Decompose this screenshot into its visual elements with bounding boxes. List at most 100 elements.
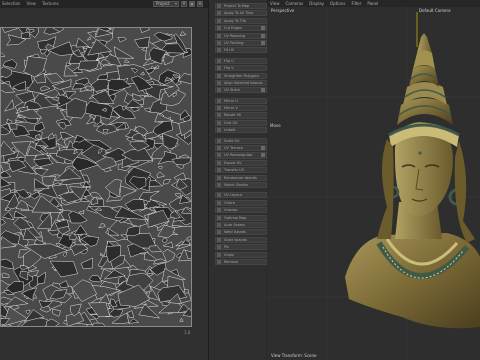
tool-label: Optimal Map — [224, 215, 247, 220]
tool-label: Scale UV — [224, 138, 240, 143]
options-icon[interactable] — [261, 88, 265, 93]
tool-uv-stitch[interactable]: UV Stitch — [215, 87, 267, 94]
menu-view[interactable]: View — [270, 0, 280, 7]
uv-layout-canvas[interactable] — [0, 27, 192, 327]
tool-flip-v[interactable]: Flip V — [215, 65, 267, 72]
menu-selection[interactable]: Selection — [2, 0, 20, 8]
tool-randomize-islands[interactable]: Randomize Islands — [215, 174, 267, 181]
tool-label: Rotate 90 — [224, 113, 242, 118]
tool-label: Transfer UV — [224, 168, 245, 173]
viewport-scene[interactable] — [267, 7, 480, 360]
tool-label: Mirror U — [224, 98, 238, 103]
tool-label: Apply To All Tiles — [224, 11, 254, 16]
tool-label: Align Selected Islands — [224, 80, 263, 85]
options-icon[interactable] — [261, 40, 265, 45]
tool-label: Export UV — [224, 160, 242, 165]
tool-straighten-polygons[interactable]: Straighten Polygons — [215, 72, 267, 79]
bust-hair-right — [454, 141, 475, 243]
viewport-panel[interactable]: View Cameras Display Options Filter Pane… — [267, 0, 480, 360]
uv-toolbar: # ▦ ⚙ — [181, 1, 203, 7]
tool-label: Orient — [224, 200, 235, 205]
tool-uv-rectangulize[interactable]: UV Rectangulize — [215, 152, 267, 159]
grid-icon — [217, 120, 221, 125]
tool-unpin[interactable]: Unpin — [215, 251, 267, 258]
orient-icon — [217, 200, 221, 205]
tool-uv-packing[interactable]: UV Packing — [215, 39, 267, 47]
tool-label: Auto Seams — [224, 222, 245, 227]
bust-shoulders — [345, 233, 480, 329]
tool-optimal-map[interactable]: Optimal Map — [215, 214, 267, 221]
tool-label: Flip U — [224, 58, 234, 63]
options-icon[interactable] — [261, 33, 265, 38]
tool-project-to-map[interactable]: Project To Map — [215, 3, 267, 10]
tool-orient[interactable]: Orient — [215, 199, 267, 206]
menu-view[interactable]: View — [26, 0, 36, 8]
unfold-icon — [217, 128, 221, 133]
tool-fit-uv[interactable]: Fit UV — [215, 47, 267, 54]
menu-textures[interactable]: Textures — [42, 0, 59, 8]
menu-cameras[interactable]: Cameras — [286, 0, 304, 7]
tool-label: Pin — [224, 245, 230, 250]
chevron-down-icon: ▾ — [174, 1, 177, 6]
straighten-icon — [217, 73, 221, 78]
viewport-axis-tag: Move — [270, 123, 281, 128]
tool-uv-relaxing[interactable]: UV Relaxing — [215, 32, 267, 39]
tool-weld-islands[interactable]: Weld Islands — [215, 229, 267, 236]
menu-panel[interactable]: Panel — [367, 0, 378, 7]
tool-label: Scale Islands — [224, 237, 247, 242]
uv-source-dropdown[interactable]: Project ▾ — [153, 1, 179, 7]
options-icon[interactable] — [261, 153, 265, 158]
terrace-icon — [217, 146, 221, 151]
tool-flip-u[interactable]: Flip U — [215, 57, 267, 64]
tool-label: Fit UV — [224, 48, 235, 53]
mirror-icon — [217, 98, 221, 103]
tool-auto-seams[interactable]: Auto Seams — [215, 221, 267, 229]
random-icon — [217, 175, 221, 180]
checker-icon[interactable]: ▦ — [189, 1, 195, 7]
pin-icon — [217, 252, 221, 257]
tool-label: Apply To Tile — [224, 18, 246, 23]
bust-model[interactable] — [345, 33, 480, 329]
tool-apply-to-tile[interactable]: Apply To Tile — [215, 17, 267, 24]
viewport-status-bar: View Transform: Scene — [271, 353, 317, 358]
tool-unfold[interactable]: Unfold — [215, 127, 267, 134]
settings-icon[interactable]: ⚙ — [197, 1, 203, 7]
grid-icon[interactable]: # — [181, 1, 187, 7]
tool-select-similar[interactable]: Select Similar — [215, 181, 267, 189]
tool-mirror-u[interactable]: Mirror U — [215, 97, 267, 104]
scale-icon — [217, 138, 221, 143]
tool-pin[interactable]: Pin — [215, 244, 267, 251]
uv-scale-label: 1,0 — [184, 330, 191, 335]
options-icon[interactable] — [261, 26, 265, 31]
tool-align-selected-islands[interactable]: Align Selected Islands — [215, 79, 267, 86]
mirror-icon — [217, 106, 221, 111]
tool-label: Unfold — [224, 128, 236, 133]
tool-rotate-90[interactable]: Rotate 90 — [215, 112, 267, 119]
tool-cut-edges[interactable]: Cut Edges — [215, 25, 267, 32]
menu-options[interactable]: Options — [330, 0, 345, 7]
tool-label: UV Terrace — [224, 146, 243, 151]
tool-apply-to-all-tiles[interactable]: Apply To All Tiles — [215, 10, 267, 17]
remove-icon — [217, 259, 221, 264]
uv-tools-panel: Project To Map Apply To All Tiles Apply To… — [208, 0, 267, 360]
tool-label: Unpin — [224, 252, 235, 257]
tool-uv-terrace[interactable]: UV Terrace — [215, 145, 267, 152]
tool-label: Straighten Polygons — [224, 73, 260, 78]
menu-filter[interactable]: Filter — [351, 0, 361, 7]
viewport-camera-label[interactable]: Default Camera — [419, 8, 451, 13]
tool-uv-layout[interactable]: UV Layout — [215, 192, 267, 199]
tool-remove[interactable]: Remove — [215, 258, 267, 265]
app-window: Selection View Textures Project ▾ # ▦ ⚙ … — [0, 0, 480, 360]
tool-transfer-uv[interactable]: Transfer UV — [215, 167, 267, 174]
tool-label: UV Layout — [224, 193, 242, 198]
tool-scale-uv[interactable]: Scale UV — [215, 137, 267, 144]
tool-scale-islands[interactable]: Scale Islands — [215, 236, 267, 243]
tool-unwrap[interactable]: Unwrap — [215, 207, 267, 214]
tool-label: UV Stitch — [224, 88, 241, 93]
tool-grid-uv[interactable]: Grid UV — [215, 119, 267, 126]
options-icon[interactable] — [261, 146, 265, 151]
tool-mirror-v[interactable]: Mirror V — [215, 105, 267, 112]
tool-export-uv[interactable]: Export UV — [215, 159, 267, 166]
tool-label: UV Relaxing — [224, 33, 246, 38]
menu-display[interactable]: Display — [309, 0, 324, 7]
